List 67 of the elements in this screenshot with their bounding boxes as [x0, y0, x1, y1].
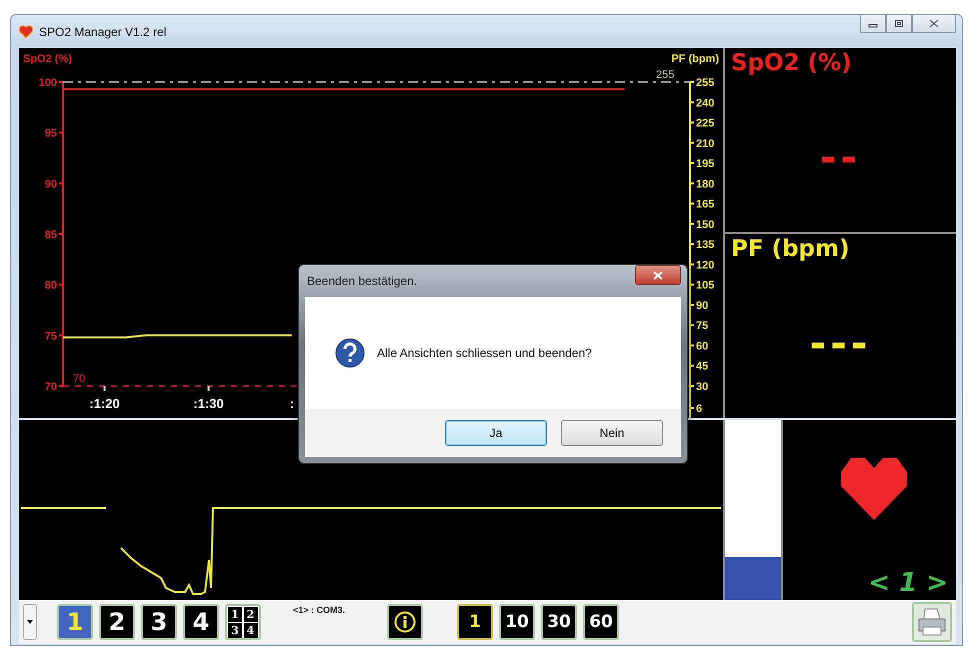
question-icon [335, 338, 365, 368]
axis-tick-label: 95 [44, 128, 57, 140]
view-button[interactable]: 3 [141, 604, 177, 640]
time-button[interactable]: 10 [499, 604, 536, 640]
axis-tick-label: 75 [44, 330, 57, 342]
port-label: <1> : COM3. [293, 605, 346, 615]
maximize-icon [894, 19, 904, 28]
axis-tick-label: 120 [696, 259, 714, 272]
axis-tick-label: 225 [696, 118, 714, 130]
dialog-button[interactable]: Nein [561, 420, 663, 446]
axis-tick-label: 135 [696, 239, 714, 252]
heart-icon [19, 25, 33, 38]
axis-tick-label: 180 [696, 178, 714, 190]
axis-tick-label: 85 [44, 229, 57, 241]
axis-tick-label: :1:20 [89, 396, 120, 411]
axis-tick-label: 210 [696, 138, 714, 150]
close-icon [653, 270, 663, 280]
info-icon [394, 611, 416, 633]
axis-tick-label: 240 [696, 97, 714, 110]
info-button[interactable] [387, 604, 424, 640]
axis-tick-label: 90 [44, 178, 57, 190]
axis-tick-label: 255 [696, 77, 714, 89]
axis-title: PF (bpm) [671, 53, 719, 65]
axis-tick-label: :1:30 [193, 396, 224, 411]
readout-title: PF (bpm) [731, 236, 850, 262]
tick-mark [104, 386, 106, 391]
quad-view-button[interactable]: 1 2 3 4 [225, 604, 261, 640]
axis-tick-label: 30 [696, 381, 708, 393]
time-button[interactable]: 60 [583, 604, 620, 640]
readout-title: SpO2 (%) [731, 50, 853, 76]
time-button[interactable]: 30 [541, 604, 578, 640]
dialog-title: Beenden bestätigen. [307, 274, 418, 288]
axis-tick-label: 90 [696, 300, 708, 312]
caret-icon [27, 620, 33, 624]
dropdown-button[interactable] [23, 604, 37, 640]
axis-tick-label: 45 [696, 360, 708, 373]
minimize-button[interactable] [860, 14, 886, 33]
axis-title: SpO2 (%) [23, 53, 72, 65]
axis-tick-label: 75 [696, 320, 708, 332]
axis-tick-label: 100 [38, 77, 57, 89]
tick-mark [208, 386, 210, 391]
time-button[interactable]: 1 [457, 604, 494, 640]
axis-tick-label: 60 [696, 340, 708, 352]
threshold-label: 255 [656, 69, 674, 81]
readout-value: -- [820, 135, 862, 181]
view-button[interactable]: 1 [57, 604, 93, 640]
axis-tick-label: 150 [696, 218, 714, 231]
maximize-button[interactable] [886, 14, 912, 33]
axis-tick-label: : [290, 396, 294, 411]
dialog-message: Alle Ansichten schliessen und beenden? [377, 346, 592, 360]
printer-icon [917, 607, 947, 637]
axis-tick-label: 105 [696, 280, 714, 292]
threshold-label: 70 [73, 373, 86, 385]
print-button[interactable] [912, 602, 952, 642]
view-button[interactable]: 2 [99, 604, 135, 640]
axis-tick-label: 80 [44, 280, 57, 292]
close-button[interactable] [635, 265, 681, 285]
dialog-button[interactable]: Ja [445, 420, 547, 446]
close-icon [929, 19, 939, 28]
axis-tick-label: 195 [696, 158, 714, 170]
axis-tick-label: 165 [696, 198, 714, 211]
readout-value: --- [810, 321, 872, 367]
axis-tick-label: 70 [44, 381, 57, 393]
window-title: SPO2 Manager V1.2 rel [39, 24, 168, 38]
view-button[interactable]: 4 [183, 604, 219, 640]
channel-label: < 1 > [868, 568, 948, 598]
axis-tick-label: 6 [696, 403, 702, 415]
